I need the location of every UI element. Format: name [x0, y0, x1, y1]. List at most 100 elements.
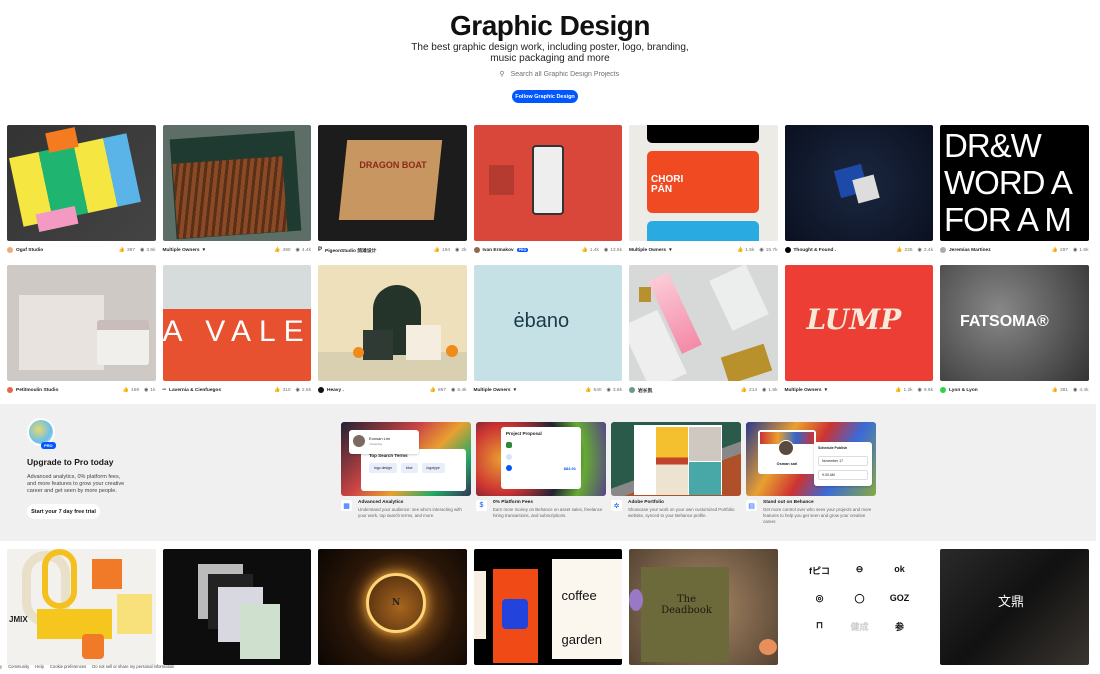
like-count: 540: [593, 387, 602, 393]
feature-adobe-portfolio[interactable]: ✲ Adobe Portfolio Showcase your work on yo…: [611, 422, 741, 519]
project-card[interactable]: CHORI PÁN Multiple Owners ▾ 👍 1.5k ◉ 15.7k: [629, 125, 778, 257]
owner-name[interactable]: Petitmoulin Studio: [16, 388, 58, 393]
project-card[interactable]: coffee garden: [473, 549, 622, 665]
eye-icon: ◉: [759, 247, 764, 253]
project-thumbnail[interactable]: [7, 125, 156, 241]
pro-badge: PRO: [516, 248, 529, 252]
project-thumbnail[interactable]: DRAGON BOAT: [318, 125, 467, 241]
project-thumbnail[interactable]: [629, 265, 778, 381]
project-thumbnail[interactable]: CHORI PÁN: [629, 125, 778, 241]
view-count: 1.6k: [1079, 247, 1089, 253]
owner-name[interactable]: 岩长凯: [638, 387, 652, 394]
eye-icon: ◉: [603, 247, 609, 253]
feature-advanced-analytics[interactable]: Top Search Terms logo design blue logoty…: [341, 422, 471, 519]
project-card[interactable]: The Deadbook: [629, 549, 778, 665]
project-card[interactable]: [162, 549, 311, 665]
view-count: 1.9k: [768, 387, 778, 393]
project-thumbnail[interactable]: N: [318, 549, 467, 665]
thumbs-up-icon: 👍: [274, 387, 281, 393]
project-card[interactable]: JMIX: [7, 549, 156, 665]
project-card[interactable]: LUMP Multiple Owners ▾ 👍 1.2k ◉ 9.6k: [784, 265, 933, 397]
owner-name[interactable]: PigeonStudio 鸽滩设计: [325, 247, 376, 254]
feature-title: Stand out on Behance: [763, 500, 814, 505]
search-input[interactable]: [510, 70, 621, 78]
chevron-down-icon[interactable]: ▾: [825, 388, 827, 393]
owner-name[interactable]: Heavy .: [327, 388, 344, 393]
project-thumbnail[interactable]: 文鼎: [940, 549, 1089, 665]
project-card[interactable]: 文鼎: [940, 549, 1089, 665]
feature-platform-fees[interactable]: Project Proposal $84.91 $0% Platform Fee…: [476, 422, 606, 519]
footer: y Community Help Cookie preferences Do n…: [0, 664, 174, 669]
owner-name[interactable]: Lyon & Lyon: [949, 388, 978, 393]
project-card[interactable]: N: [318, 549, 467, 665]
footer-link[interactable]: y: [0, 664, 2, 669]
owner-name[interactable]: Ogaf Studio: [16, 248, 43, 253]
owner-name[interactable]: Thought & Found .: [794, 248, 837, 253]
follow-button[interactable]: Follow Graphic Design: [512, 90, 578, 103]
chevron-down-icon[interactable]: ▾: [669, 248, 671, 253]
mock-name: Eunsan Lim: [369, 436, 391, 441]
project-thumbnail[interactable]: ėbano: [473, 265, 622, 381]
eye-icon: ◉: [1073, 387, 1078, 393]
footer-link-community[interactable]: Community: [8, 664, 29, 669]
feature-description: Earn more money on Behance on asset sale…: [493, 507, 603, 518]
project-thumbnail[interactable]: JMIX: [7, 549, 156, 665]
project-card[interactable]: Heavy . 👍 867 ◉ 6.4k: [318, 265, 467, 397]
project-card[interactable]: 岩长凯 👍 214 ◉ 1.9k: [629, 265, 778, 397]
owner-name[interactable]: Multiple Owners: [474, 388, 511, 393]
footer-link-cookie-preferences[interactable]: Cookie preferences: [50, 664, 86, 669]
project-thumbnail[interactable]: [318, 265, 467, 381]
thumbs-up-icon: 👍: [122, 387, 130, 393]
project-card[interactable]: FATSOMA® Lyon & Lyon 👍 381 ◉ 4.4k: [940, 265, 1089, 397]
feature-description: Understand your audience: see who's inte…: [358, 507, 462, 518]
project-card[interactable]: Thought & Found . 👍 225 ◉ 2.4k: [784, 125, 933, 257]
project-thumbnail[interactable]: DR&W WORD A FOR A M: [940, 125, 1089, 241]
portfolio-icon: ✲: [611, 500, 622, 511]
project-thumbnail[interactable]: A VALE: [162, 265, 311, 381]
free-trial-button[interactable]: Start your 7 day free trial: [27, 504, 100, 519]
footer-link-help[interactable]: Help: [35, 664, 44, 669]
footer-link-do-not-sell[interactable]: Do not sell or share my personal informa…: [92, 664, 174, 669]
feature-description: Showcase your work on your own customize…: [628, 507, 735, 518]
project-card[interactable]: Multiple Owners ▾ 👍 490 ◉ 4.4k: [162, 125, 311, 257]
owner-name[interactable]: Multiple Owners: [785, 388, 822, 393]
owner-name[interactable]: Jeremías Martínez: [949, 248, 991, 253]
calendar-icon: ▤: [746, 500, 757, 511]
project-thumbnail[interactable]: [784, 125, 933, 241]
project-thumbnail[interactable]: [162, 125, 311, 241]
thumbs-up-icon: 👍: [429, 387, 437, 393]
chevron-down-icon[interactable]: ▾: [514, 388, 516, 393]
feature-image: [611, 422, 741, 496]
project-thumbnail[interactable]: [473, 125, 622, 241]
view-count: 2.5k: [301, 387, 311, 393]
project-card[interactable]: ėbano Multiple Owners ▾ 👍 540 ◉ 3.6k: [473, 265, 622, 397]
project-card[interactable]: Ivan Ermakov PRO 👍 1.4k ◉ 13.6k: [473, 125, 622, 257]
project-card[interactable]: DRAGON BOAT P PigeonStudio 鸽滩设计 👍 194 ◉ 2k: [318, 125, 467, 257]
eye-icon: ◉: [762, 387, 767, 393]
view-count: 6.4k: [457, 387, 467, 393]
feature-stand-out[interactable]: Osman sarl Schedule Publish November 17 …: [746, 422, 876, 524]
owner-name[interactable]: Ivan Ermakov: [483, 248, 514, 253]
chevron-down-icon[interactable]: ▾: [203, 248, 205, 253]
project-thumbnail[interactable]: FATSOMA®: [940, 265, 1089, 381]
project-card[interactable]: Ogaf Studio 👍 387 ◉ 3.6k: [7, 125, 156, 257]
project-card[interactable]: fピコ ⊖ ok ◎ ◯ GOZ ⊓ 健成参: [784, 549, 933, 665]
project-thumbnail[interactable]: LUMP: [784, 265, 933, 381]
project-card[interactable]: DR&W WORD A FOR A M Jeremías Martínez 👍 2…: [940, 125, 1089, 257]
fees-icon: $: [476, 500, 487, 511]
like-count: 1.2k: [903, 387, 913, 393]
project-thumbnail[interactable]: coffee garden: [473, 549, 622, 665]
project-thumbnail[interactable]: [162, 549, 311, 665]
project-thumbnail[interactable]: fピコ ⊖ ok ◎ ◯ GOZ ⊓ 健成参: [784, 549, 933, 665]
search-bar[interactable]: ⚲: [480, 68, 640, 80]
thumbs-up-icon: 👍: [740, 387, 748, 393]
project-card[interactable]: A VALE ═ Lavernia & Cienfuegos 👍 310 ◉ 2.5k: [162, 265, 311, 397]
project-thumbnail[interactable]: The Deadbook: [629, 549, 778, 665]
owner-name[interactable]: Lavernia & Cienfuegos: [169, 388, 221, 393]
owner-name[interactable]: Multiple Owners: [163, 248, 200, 253]
promo-description: Advanced analytics, 0% platform fees, an…: [27, 474, 125, 494]
owner-name[interactable]: Multiple Owners: [629, 248, 666, 253]
project-thumbnail[interactable]: [7, 265, 156, 381]
feature-description: Get more control over who sees your proj…: [763, 507, 872, 524]
project-card[interactable]: Petitmoulin Studio 👍 169 ◉ 1k: [7, 265, 156, 397]
